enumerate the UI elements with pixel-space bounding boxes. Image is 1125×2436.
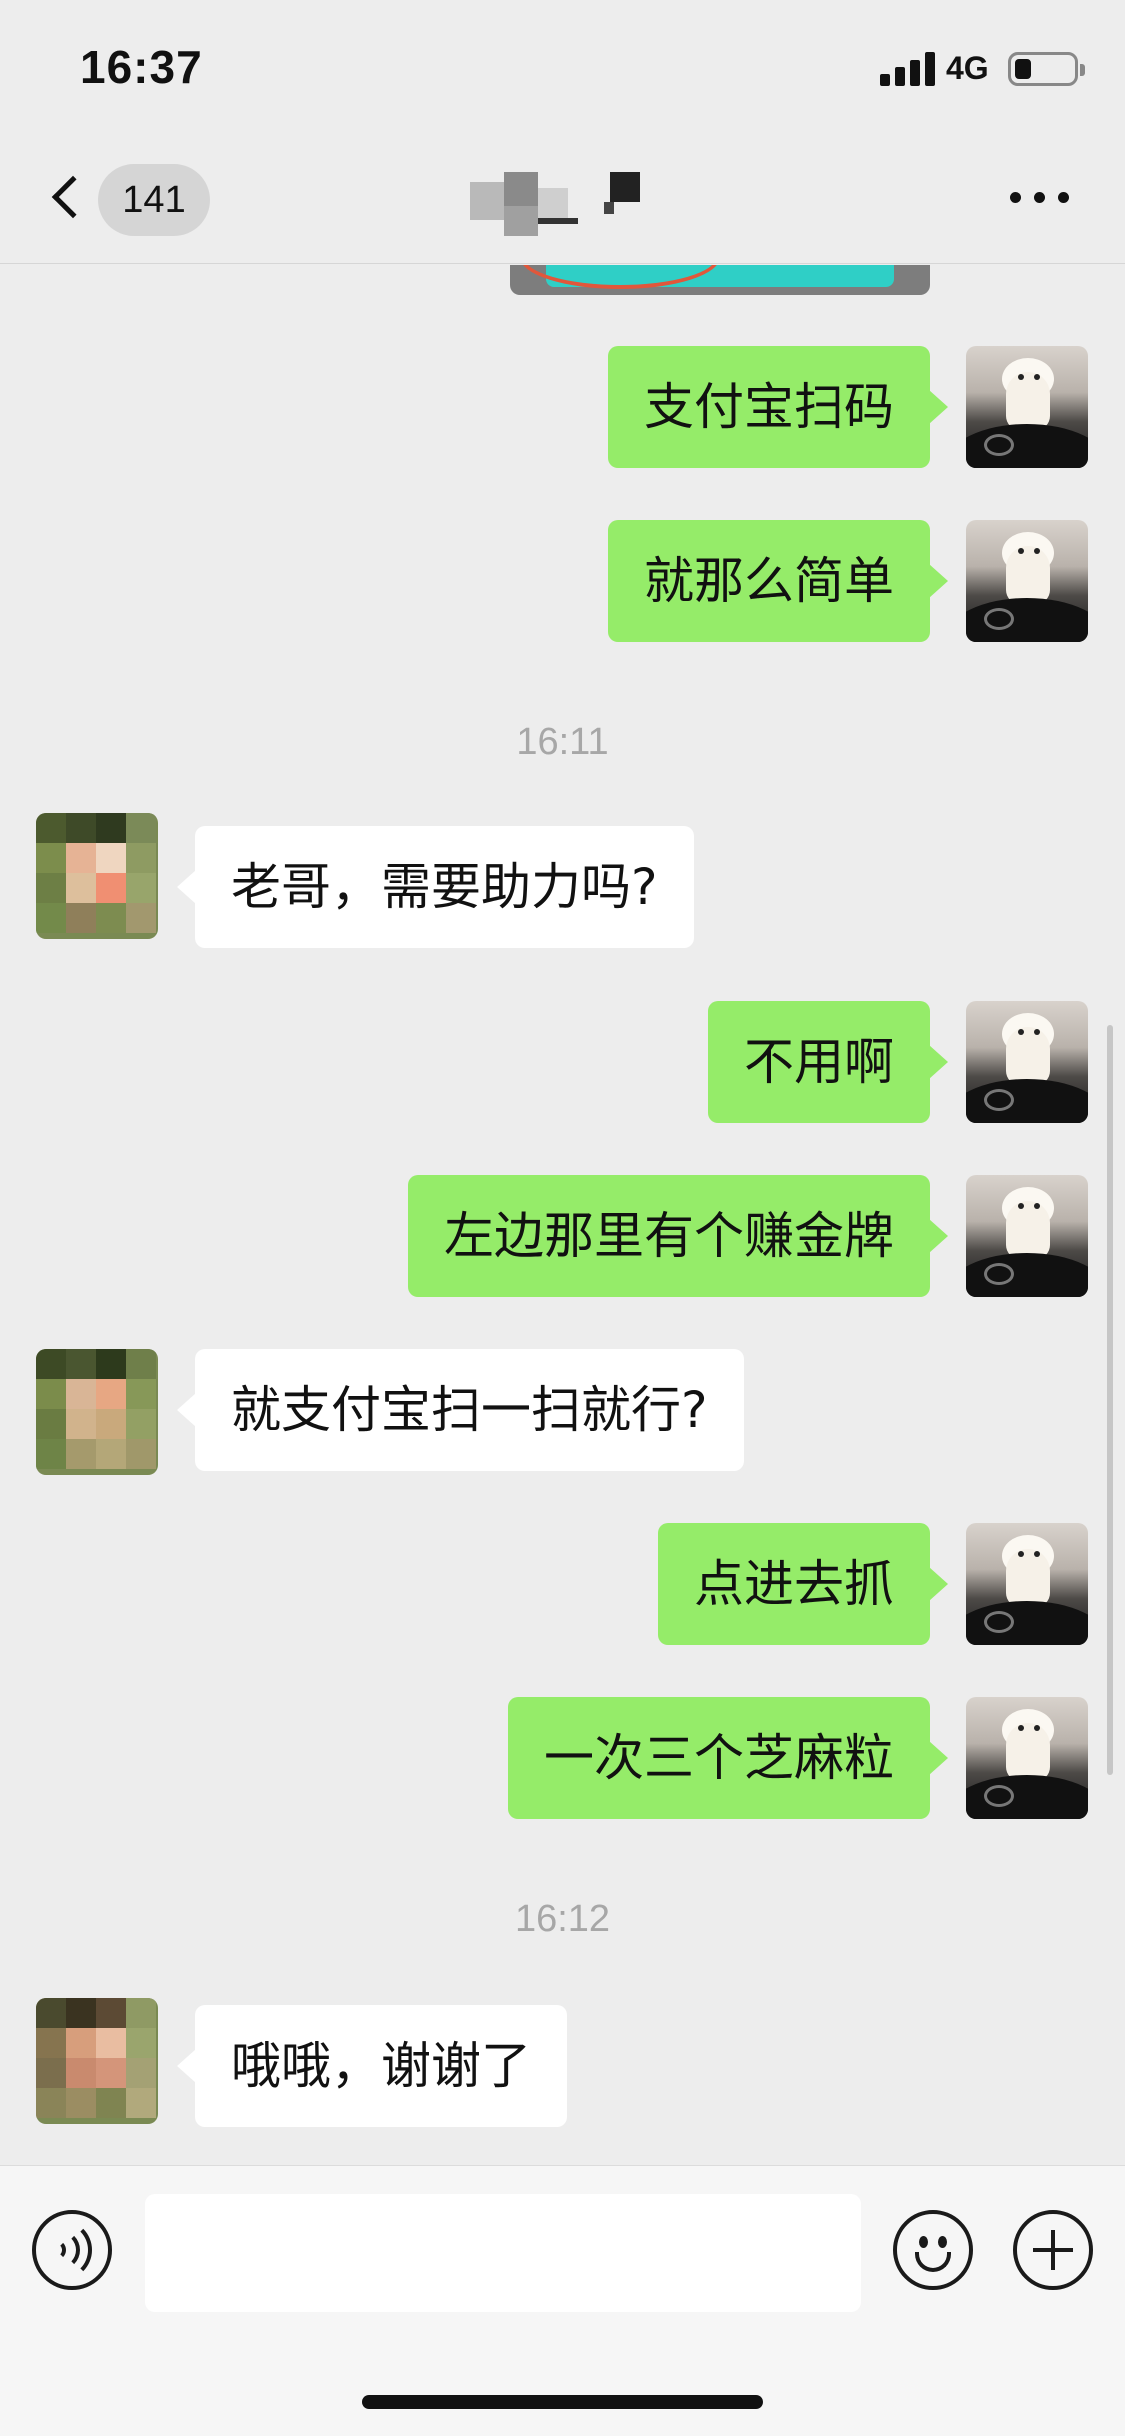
my-avatar[interactable]: [966, 346, 1088, 468]
my-avatar[interactable]: [966, 1697, 1088, 1819]
message-input[interactable]: [145, 2194, 861, 2312]
friend-avatar[interactable]: [36, 813, 158, 939]
status-time: 16:37: [80, 41, 203, 93]
message-bubble-outgoing[interactable]: 支付宝扫码: [608, 346, 948, 468]
timestamp: 16:11: [516, 721, 609, 763]
message-bubble-outgoing[interactable]: 就那么简单: [608, 520, 948, 642]
input-bar: [0, 2165, 1125, 2436]
message-bubble-outgoing[interactable]: 一次三个芝麻粒: [508, 1697, 948, 1819]
home-indicator[interactable]: [362, 2395, 763, 2409]
my-avatar[interactable]: [966, 520, 1088, 642]
message-bubble-incoming[interactable]: 老哥，需要助力吗?: [177, 826, 694, 948]
message-list[interactable]: 支付宝扫码 就那么简单 16:11 老哥，需要助力吗? 不用啊 左边那里有个赚金…: [0, 265, 1125, 2165]
my-avatar[interactable]: [966, 1001, 1088, 1123]
signal-icon: [880, 52, 936, 86]
my-avatar[interactable]: [966, 1175, 1088, 1297]
network-type: 4G: [946, 50, 989, 86]
message-bubble-outgoing[interactable]: 不用啊: [708, 1001, 948, 1123]
back-chevron-icon: [51, 175, 95, 219]
contact-name-pixelated[interactable]: [470, 172, 640, 242]
message-bubble-incoming[interactable]: 就支付宝扫一扫就行?: [177, 1349, 744, 1471]
plus-button[interactable]: [1013, 2210, 1093, 2290]
image-message-partial[interactable]: [510, 265, 930, 295]
message-bubble-outgoing[interactable]: 左边那里有个赚金牌: [408, 1175, 948, 1297]
message-bubble-outgoing[interactable]: 点进去抓: [658, 1523, 948, 1645]
my-avatar[interactable]: [966, 1523, 1088, 1645]
unread-badge: 141: [98, 164, 210, 236]
emoji-button[interactable]: [893, 2210, 973, 2290]
back-button[interactable]: 141: [40, 160, 210, 236]
timestamp: 16:12: [514, 1898, 611, 1940]
friend-avatar[interactable]: [36, 1998, 158, 2124]
voice-button[interactable]: [32, 2210, 112, 2290]
more-button[interactable]: [1010, 188, 1072, 208]
chat-header: 141: [0, 132, 1125, 264]
message-bubble-incoming[interactable]: 哦哦，谢谢了: [177, 2005, 567, 2127]
scrollbar[interactable]: [1107, 1025, 1113, 1775]
friend-avatar[interactable]: [36, 1349, 158, 1475]
status-bar: 16:37 4G: [0, 0, 1125, 132]
battery-icon: [1008, 52, 1085, 86]
